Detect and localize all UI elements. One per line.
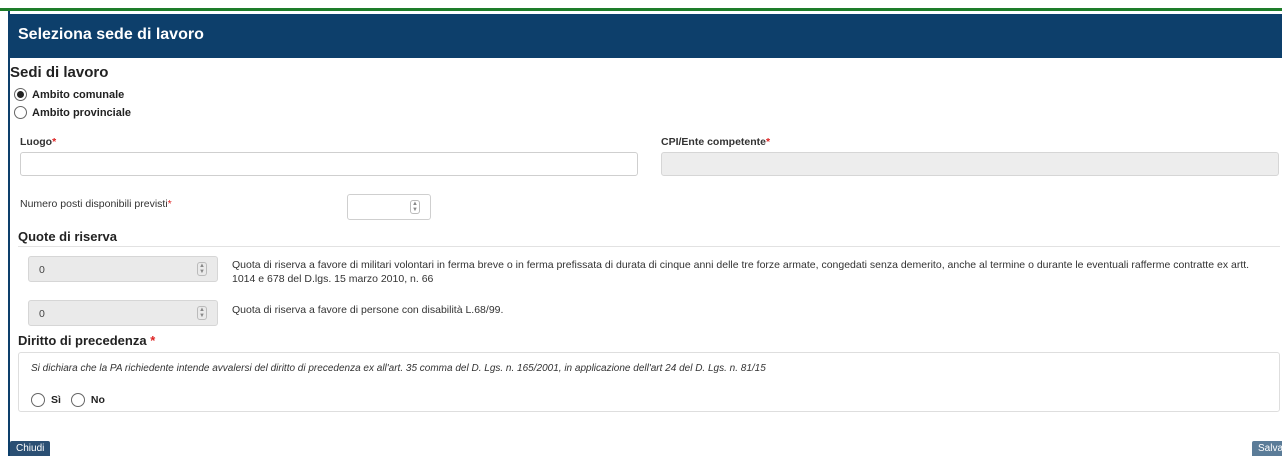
divider (18, 246, 1280, 247)
precedenza-title: Diritto di precedenza * (18, 333, 155, 348)
quota-militari-value: 0 (39, 264, 45, 276)
radio-ambito-provinciale[interactable]: Ambito provinciale (14, 106, 131, 119)
radio-si[interactable] (31, 393, 45, 407)
posti-label-text: Numero posti disponibili previsti (20, 198, 168, 210)
stepper-arrows-icon[interactable]: ▲ ▼ (410, 200, 420, 214)
save-button[interactable]: Salva (1252, 441, 1282, 456)
precedenza-options: Sì No (31, 393, 115, 407)
quota-disabili-stepper: 0 ▲ ▼ (28, 300, 218, 326)
radio-no[interactable] (70, 393, 85, 407)
sedi-title: Sedi di lavoro (10, 64, 109, 81)
luogo-label-text: Luogo (20, 136, 53, 148)
quota-militari-text: Quota di riserva a favore di militari vo… (232, 259, 1250, 285)
cpi-input (661, 152, 1279, 176)
quote-title: Quote di riserva (18, 229, 117, 244)
required-mark: * (150, 333, 156, 348)
radio-button-checked[interactable] (14, 88, 27, 101)
cpi-label: CPI/Ente competente* (661, 136, 770, 148)
precedenza-title-text: Diritto di precedenza (18, 333, 147, 348)
required-mark: * (167, 198, 172, 210)
stepper-arrows-icon: ▲ ▼ (197, 262, 207, 276)
dialog-title: Seleziona sede di lavoro (18, 26, 204, 43)
precedenza-text: Si dichiara che la PA richiedente intend… (31, 363, 766, 374)
radio-label: Ambito comunale (32, 88, 125, 101)
posti-stepper[interactable]: ▲ ▼ (347, 194, 431, 220)
luogo-input[interactable] (20, 152, 638, 176)
posti-label: Numero posti disponibili previsti* (20, 198, 172, 210)
radio-no-label: No (90, 394, 105, 406)
luogo-label: Luogo* (20, 136, 56, 148)
top-accent-line (0, 8, 1282, 11)
quota-disabili-text: Quota di riserva a favore di persone con… (232, 304, 504, 316)
radio-button[interactable] (14, 106, 27, 119)
cpi-label-text: CPI/Ente competente (661, 136, 767, 148)
required-mark: * (766, 136, 771, 148)
close-button[interactable]: Chiudi (10, 441, 51, 456)
stepper-arrows-icon: ▲ ▼ (197, 306, 207, 320)
quota-disabili-value: 0 (39, 308, 45, 320)
precedenza-box: Si dichiara che la PA richiedente intend… (18, 352, 1280, 412)
radio-si-label: Sì (51, 394, 61, 406)
dialog-header: Seleziona sede di lavoro (10, 14, 1282, 58)
radio-ambito-comunale[interactable]: Ambito comunale (14, 88, 124, 101)
quota-militari-stepper: 0 ▲ ▼ (28, 256, 218, 282)
required-mark: * (52, 136, 57, 148)
radio-label: Ambito provinciale (32, 106, 132, 119)
